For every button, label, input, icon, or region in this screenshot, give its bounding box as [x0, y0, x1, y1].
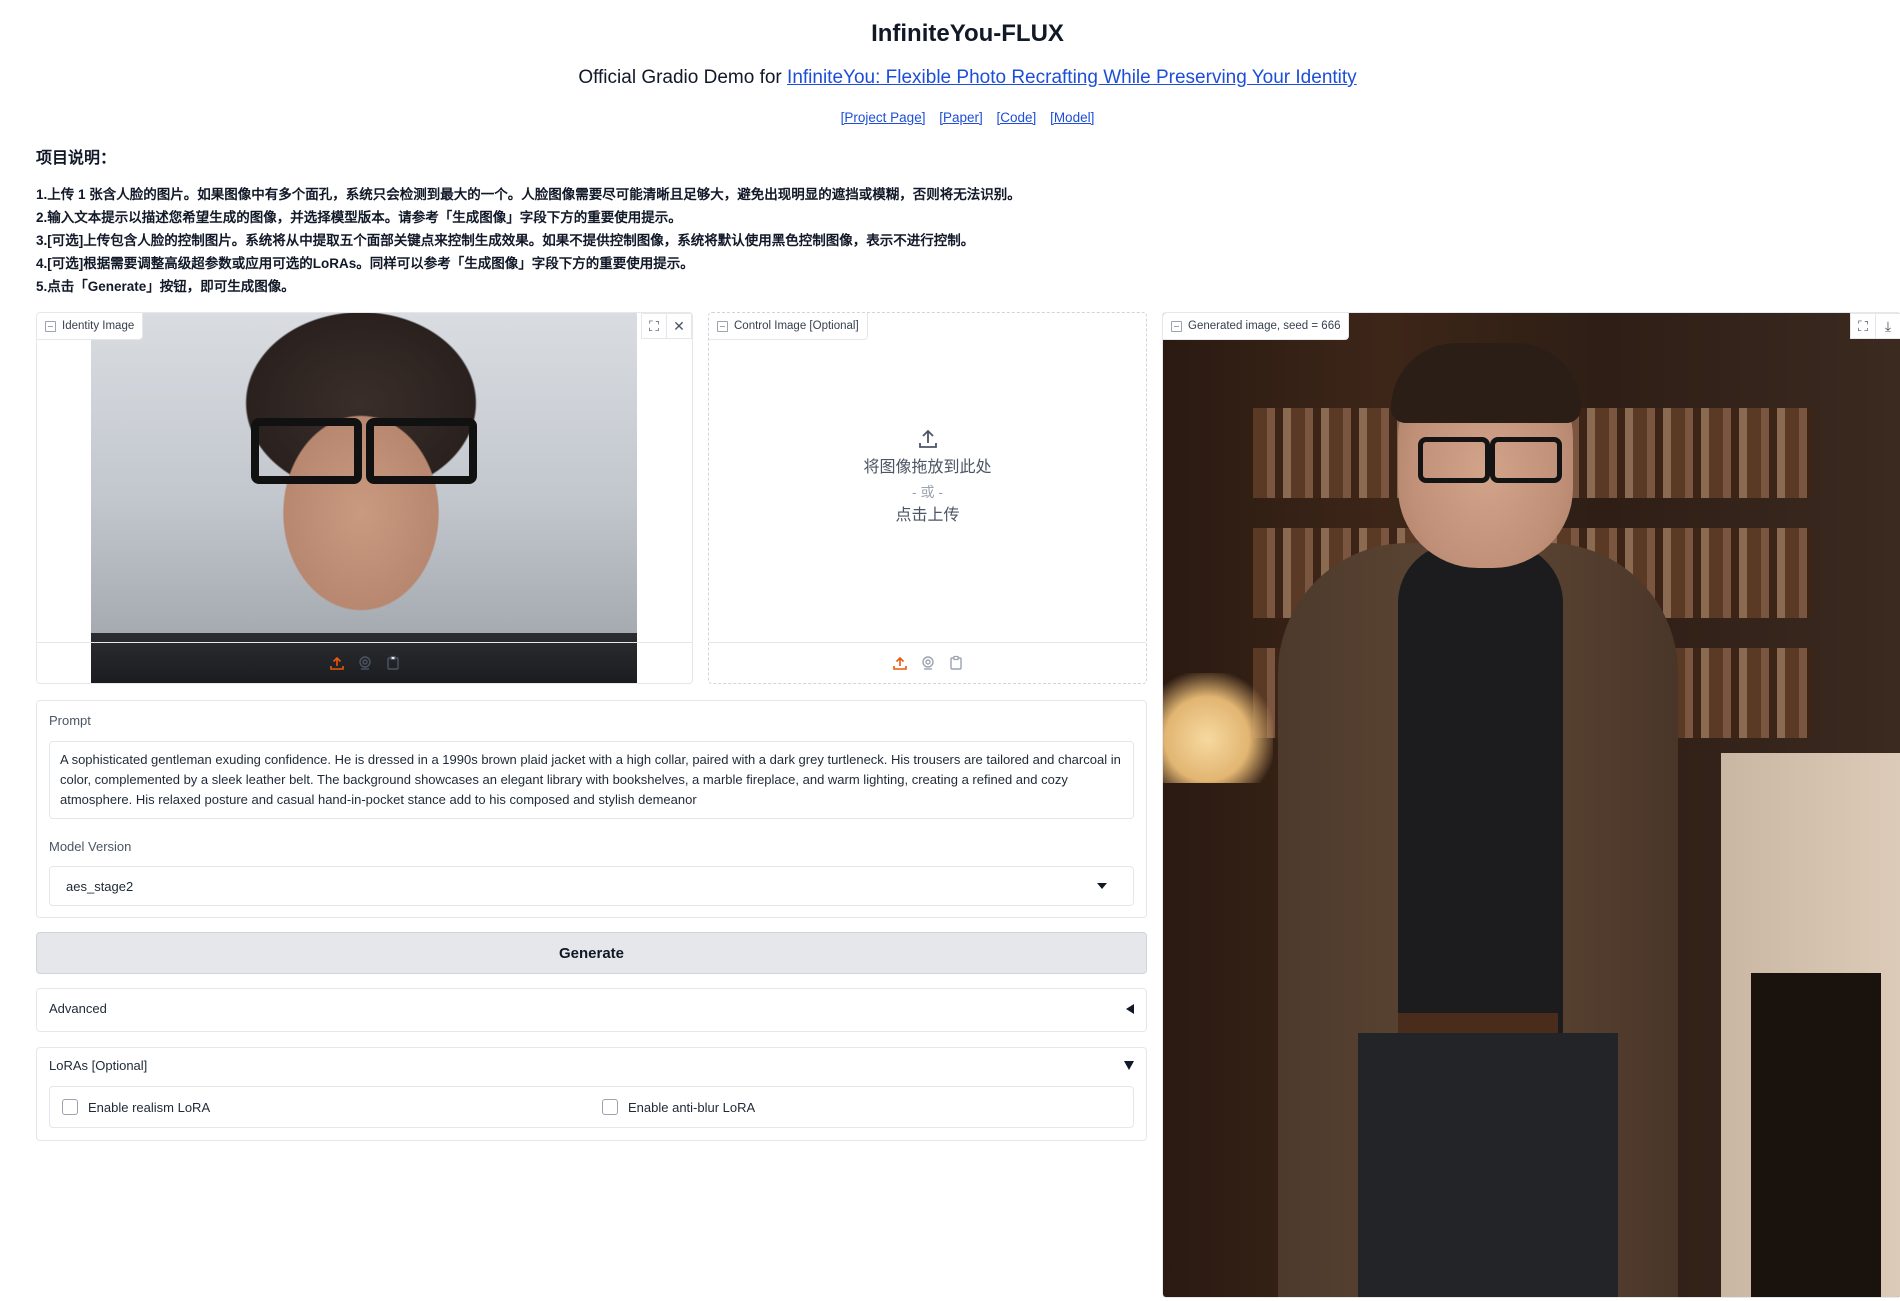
image-icon: [1171, 320, 1182, 332]
webcam-icon[interactable]: [919, 654, 937, 672]
prompt-card: Prompt A sophisticated gentleman exuding…: [36, 700, 1147, 918]
anti-blur-lora-label: Enable anti-blur LoRA: [628, 1099, 756, 1115]
identity-image-upload[interactable]: Identity Image ⛶ ✕: [36, 312, 693, 684]
anti-blur-lora-checkbox[interactable]: Enable anti-blur LoRA: [602, 1099, 755, 1115]
control-image-dropzone[interactable]: 将图像拖放到此处 - 或 - 点击上传: [709, 313, 1146, 643]
close-icon[interactable]: ✕: [666, 313, 692, 339]
loras-label: LoRAs [Optional]: [49, 1058, 148, 1073]
control-image-upload[interactable]: Control Image [Optional] 将图像拖放到此处 - 或 - …: [708, 312, 1147, 684]
project-page-link[interactable]: [Project Page]: [841, 110, 926, 125]
identity-image-label-text: Identity Image: [62, 320, 135, 332]
fullscreen-icon[interactable]: ⛶: [641, 313, 667, 339]
code-link[interactable]: [Code]: [997, 110, 1037, 125]
generated-photo: [1163, 313, 1900, 1297]
prompt-textarea[interactable]: A sophisticated gentleman exuding confid…: [49, 741, 1134, 819]
upload-icon[interactable]: [328, 654, 346, 672]
download-icon[interactable]: ⤓: [1875, 313, 1900, 339]
person-pants: [1358, 1033, 1618, 1297]
model-version-dropdown[interactable]: aes_stage2: [49, 866, 1134, 906]
control-image-label: Control Image [Optional]: [709, 313, 868, 340]
advanced-accordion[interactable]: Advanced: [36, 988, 1147, 1032]
prompt-label: Prompt: [49, 713, 91, 728]
chevron-down-icon: [1097, 883, 1107, 889]
person-turtleneck: [1398, 543, 1563, 1043]
identity-photo: [91, 313, 637, 683]
paper-title-link[interactable]: InfiniteYou: Flexible Photo Recrafting W…: [787, 67, 1357, 88]
person-hair: [1391, 343, 1581, 423]
image-icon: [717, 320, 728, 332]
or-text: - 或 -: [911, 484, 944, 500]
page: InfiniteYou-FLUX Official Gradio Demo fo…: [0, 0, 1900, 1301]
upload-arrow-icon: [918, 429, 937, 448]
description-heading: 项目说明：: [36, 150, 117, 167]
identity-image-toolbar: [37, 642, 692, 683]
loras-header[interactable]: LoRAs [Optional]: [49, 1058, 1134, 1073]
control-image-label-text: Control Image [Optional]: [734, 320, 859, 332]
identity-image-controls: ⛶ ✕: [641, 313, 692, 339]
realism-lora-checkbox[interactable]: Enable realism LoRA: [62, 1099, 210, 1115]
identity-image-label: Identity Image: [37, 313, 144, 340]
loras-options: Enable realism LoRA Enable anti-blur LoR…: [49, 1086, 1134, 1128]
page-subtitle: Official Gradio Demo for InfiniteYou: Fl…: [0, 67, 1900, 89]
generated-image-label: Generated image, seed = 666: [1163, 313, 1350, 340]
fireplace-opening: [1751, 973, 1881, 1297]
generated-image: Generated image, seed = 666 ⛶ ⤓: [1162, 312, 1900, 1298]
image-icon: [45, 320, 56, 332]
resource-links: [Project Page] [Paper] [Code] [Model]: [0, 110, 1900, 125]
glasses-right: [366, 418, 477, 484]
description-item: 3.[可选]上传包含人脸的控制图片。系统将从中提取五个面部关键点来控制生成效果。…: [36, 233, 975, 248]
description-item: 4.[可选]根据需要调整高级超参数或应用可选的LoRAs。同样可以参考「生成图像…: [36, 256, 694, 271]
caret-down-icon: [1124, 1061, 1134, 1070]
model-version-value: aes_stage2: [66, 878, 134, 894]
generated-image-controls: ⛶ ⤓: [1850, 313, 1900, 339]
upload-icon[interactable]: [891, 654, 909, 672]
realism-lora-label: Enable realism LoRA: [88, 1099, 211, 1115]
generate-button[interactable]: Generate: [36, 932, 1147, 974]
glasses-left: [251, 418, 362, 484]
description-list: 1.上传 1 张含人脸的图片。如果图像中有多个面孔，系统只会检测到最大的一个。人…: [36, 183, 1021, 298]
loras-accordion: LoRAs [Optional] Enable realism LoRA Ena…: [36, 1047, 1147, 1141]
advanced-label: Advanced: [49, 1001, 107, 1016]
webcam-icon[interactable]: [356, 654, 374, 672]
page-title: InfiniteYou-FLUX: [871, 20, 1064, 47]
model-link[interactable]: [Model]: [1050, 110, 1094, 125]
description-item: 5.点击「Generate」按钮，即可生成图像。: [36, 279, 295, 294]
checkbox-icon[interactable]: [602, 1099, 618, 1115]
paper-link[interactable]: [Paper]: [939, 110, 983, 125]
checkbox-icon[interactable]: [62, 1099, 78, 1115]
glasses-right: [1490, 437, 1562, 483]
click-upload-text: 点击上传: [895, 507, 960, 524]
subtitle-prefix: Official Gradio Demo for: [578, 67, 788, 88]
control-image-toolbar: [709, 642, 1146, 683]
glasses-left: [1418, 437, 1490, 483]
clipboard-icon[interactable]: [384, 654, 402, 672]
fullscreen-icon[interactable]: ⛶: [1850, 313, 1876, 339]
model-version-label: Model Version: [49, 839, 132, 854]
description-item: 2.输入文本提示以描述您希望生成的图像，并选择模型版本。请参考「生成图像」字段下…: [36, 210, 682, 225]
generated-image-label-text: Generated image, seed = 666: [1188, 320, 1341, 332]
caret-left-icon: [1126, 1003, 1134, 1014]
description-item: 1.上传 1 张含人脸的图片。如果图像中有多个面孔，系统只会检测到最大的一个。人…: [36, 187, 1021, 202]
lamp: [1163, 673, 1273, 783]
drop-text: 将图像拖放到此处: [863, 459, 992, 476]
clipboard-icon[interactable]: [947, 654, 965, 672]
